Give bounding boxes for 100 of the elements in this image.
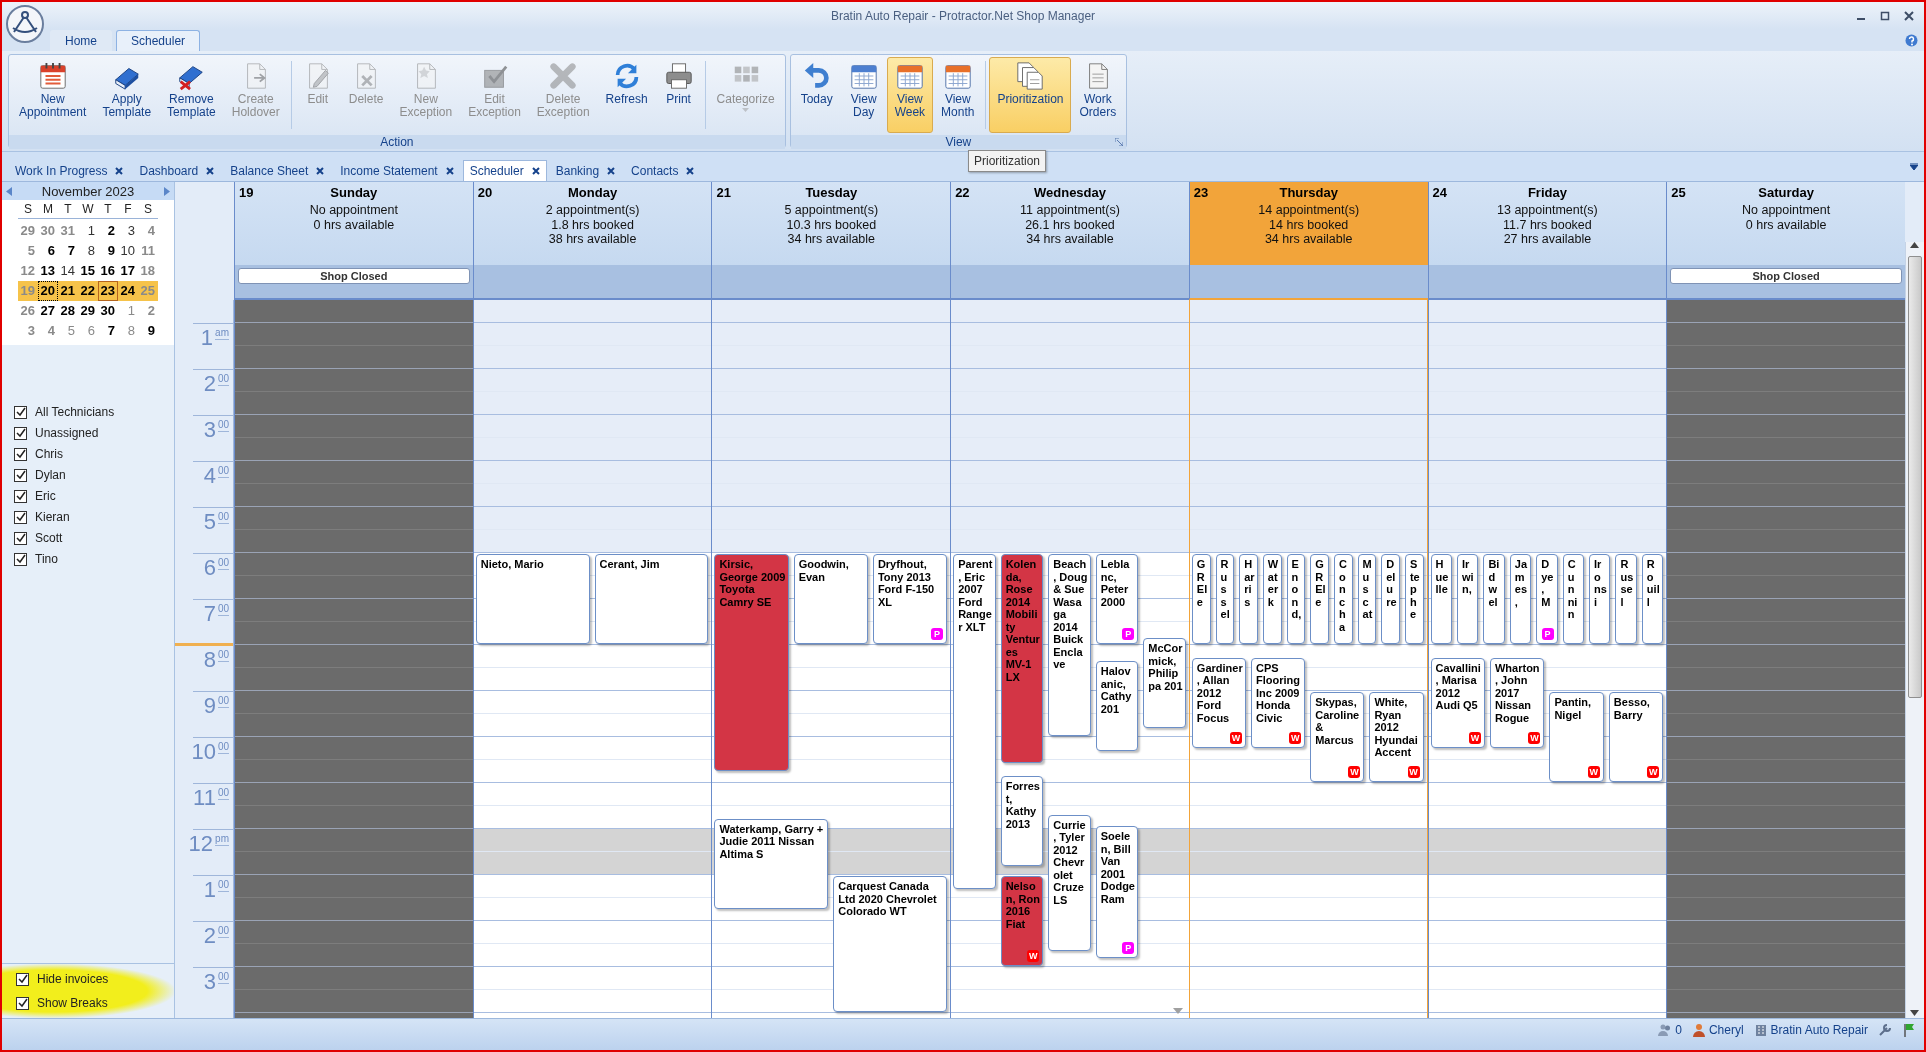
calendar-day[interactable]: 8 [118,321,138,341]
appointment-card[interactable]: Cerant, Jim [594,554,709,644]
appointment-card[interactable]: Enond, [1286,554,1306,644]
appointment-card[interactable]: Muscat [1357,554,1377,644]
appointment-card[interactable]: Bidwel [1483,554,1505,644]
maximize-icon[interactable] [1880,10,1890,21]
appointment-card[interactable]: Leblanc, Peter 2000 P [1095,554,1139,644]
calendar-day[interactable]: 6 [78,321,98,341]
appointment-card[interactable]: Pantin, Nigel W [1549,692,1604,782]
calendar-day[interactable]: 20 [38,281,58,301]
calendar-day[interactable]: 4 [138,221,158,241]
ribbon-button[interactable]: Remove Template [159,57,224,133]
appointment-card[interactable]: Goodwin, Evan [793,554,868,644]
close-icon[interactable] [607,167,616,175]
calendar-day[interactable]: 3 [118,221,138,241]
calendar-day[interactable]: 9 [138,321,158,341]
appointment-card[interactable]: Delure [1381,554,1400,644]
tools-icon[interactable] [1878,1023,1892,1037]
calendar-day[interactable]: 7 [58,241,78,261]
calendar-day[interactable]: 28 [58,301,78,321]
calendar-day[interactable]: 30 [98,301,118,321]
calendar-day[interactable]: 8 [78,241,98,261]
calendar-day[interactable]: 29 [78,301,98,321]
checkbox[interactable] [14,552,27,566]
ribbon-button[interactable]: View Week [886,57,934,133]
tab-menu-icon[interactable] [1910,163,1918,170]
ribbon-button[interactable]: Work Orders [1071,57,1125,133]
document-tab[interactable]: Work In Progress [8,160,131,181]
ribbon-button[interactable]: Apply Template [94,57,160,133]
close-icon[interactable] [445,167,454,175]
ribbon-button[interactable]: New Appointment [11,57,95,133]
checkbox[interactable] [14,468,27,482]
dialog-launcher-icon[interactable] [1115,138,1124,146]
ribbon-button[interactable]: View Month [933,57,983,133]
calendar-day[interactable]: 9 [98,241,118,261]
document-tab[interactable]: Income Statement [333,160,461,181]
document-tab[interactable]: Scheduler [462,160,547,181]
checkbox[interactable] [14,447,27,461]
calendar-day[interactable]: 2 [138,301,158,321]
appointment-card[interactable]: Stephe [1404,554,1424,644]
appointment-card[interactable]: Nieto, Mario [475,554,590,644]
previous-month-icon[interactable] [6,186,12,196]
checkbox[interactable] [14,489,27,503]
appointment-card[interactable]: GR Ele [1310,554,1329,644]
calendar-day[interactable]: 4 [38,321,58,341]
day-header[interactable]: 25 Saturday No appointment 0 hrs available Shop Closed [1666,182,1905,300]
calendar-day[interactable]: 2 [98,221,118,241]
day-header[interactable]: 24 Friday 13 appointment(s) 11.7 hrs booked 27 hrs available [1427,182,1667,300]
calendar-day[interactable]: 22 [78,281,98,301]
appointment-card[interactable]: Russel [1615,554,1637,644]
document-tab[interactable]: Contacts [624,160,702,181]
ribbon-button[interactable]: Prioritization [989,57,1072,133]
appointment-card[interactable]: White, Ryan 2012 Hyundai Accent W [1369,692,1424,782]
appointment-card[interactable]: Soelen, Bill Van 2001 Dodge Ram P [1095,826,1139,959]
close-icon[interactable] [316,167,325,175]
help-icon[interactable] [1905,33,1918,47]
day-header[interactable]: 22 Wednesday 11 appointment(s) 26.1 hrs booked 34 hrs available [950,182,1189,300]
document-tab[interactable]: Dashboard [132,160,222,181]
calendar-day[interactable]: 21 [58,281,78,301]
ribbon-button[interactable]: View Day [840,57,887,133]
appointment-card[interactable]: Currie, Tyler 2012 Chevrolet Cruze LS [1048,814,1091,951]
appointment-card[interactable]: Dryfhout, Tony 2013 Ford F-150 XL P [872,554,948,644]
scroll-down-icon[interactable] [1910,1010,1920,1016]
appointment-card[interactable]: Waterk [1262,554,1282,644]
ribbon-tab[interactable]: Scheduler [116,30,201,51]
day-header[interactable]: 23 Thursday 14 appointment(s) 14 hrs booked 34 hrs available [1188,182,1428,300]
document-tab[interactable]: Balance Sheet [223,160,332,181]
appointment-card[interactable]: Irwin, [1456,554,1479,644]
more-below-icon[interactable] [1172,1008,1183,1014]
appointment-card[interactable]: Besso, Barry W [1608,692,1664,782]
calendar-day[interactable]: 10 [118,241,138,261]
calendar-day[interactable]: 17 [118,261,138,281]
appointment-card[interactable]: Carquest Canada Ltd 2020 Chevrolet Colorado WT [833,876,948,1012]
flag-icon[interactable] [1902,1023,1916,1037]
calendar-day[interactable]: 13 [38,261,58,281]
day-header[interactable]: 19 Sunday No appointment 0 hrs available Shop Closed [234,182,473,300]
calendar-day[interactable]: 26 [18,301,38,321]
appointment-card[interactable]: Forrest, Kathy 2013 [1000,776,1044,867]
appointment-card[interactable]: Harris [1239,554,1258,644]
calendar-day[interactable]: 1 [78,221,98,241]
checkbox[interactable] [16,972,29,986]
checkbox[interactable] [16,996,29,1010]
checkbox[interactable] [14,510,27,524]
scroll-thumb[interactable] [1908,256,1922,698]
appointment-card[interactable]: Gardiner, Allan 2012 Ford Focus W [1191,657,1246,748]
appointment-card[interactable]: Kolenda, Rose 2014 Mobility Ventures MV-1 LX [1000,554,1044,763]
appointment-card[interactable]: Waterkamp, Garry + Judie 2011 Nissan Altima S [714,818,829,909]
calendar-day[interactable]: 5 [58,321,78,341]
calendar-day[interactable]: 6 [38,241,58,261]
appointment-card[interactable]: Beach, Doug & Sue Wasaga 2014 Buick Enclave [1048,554,1091,736]
appointment-card[interactable]: Cavallini, Marisa 2012 Audi Q5 W [1430,657,1485,748]
close-icon[interactable] [206,167,215,175]
appointment-card[interactable]: Cunnin [1562,554,1585,644]
close-icon[interactable] [531,167,540,175]
calendar-day[interactable]: 3 [18,321,38,341]
appointment-card[interactable]: Huelle [1430,554,1452,644]
appointment-card[interactable]: Concha [1333,554,1353,644]
appointment-card[interactable]: Skypas, Caroline & Marcus W [1310,692,1365,782]
close-icon[interactable] [1904,10,1914,21]
appointment-card[interactable]: McCormick, Philippa 201 [1143,638,1186,729]
